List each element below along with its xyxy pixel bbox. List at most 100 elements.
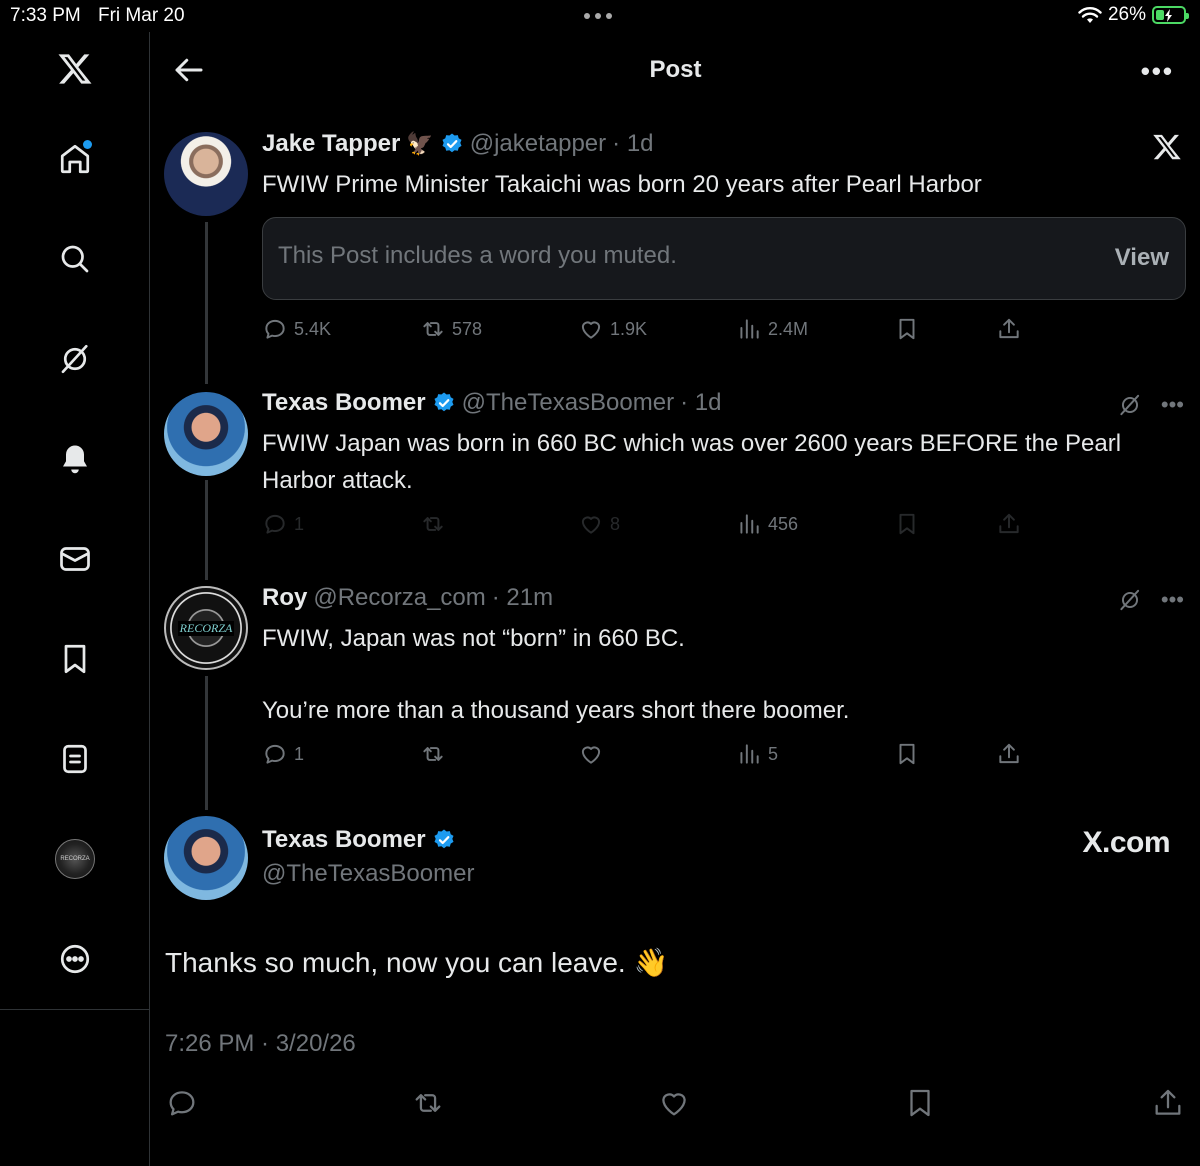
post-age: · 21m [491, 584, 554, 611]
reply-icon [265, 744, 285, 764]
share-button[interactable] [996, 741, 1022, 767]
bookmark-button[interactable] [894, 511, 920, 537]
author-handle[interactable]: @jaketapper [470, 130, 606, 158]
bookmark-icon [899, 318, 915, 340]
sidebar-item-messages[interactable] [50, 534, 100, 584]
heart-icon [581, 321, 601, 339]
post-age: · 1d [680, 389, 722, 416]
like-count: 1.9K [610, 318, 648, 339]
share-icon [999, 743, 1019, 764]
thread-connector [205, 676, 208, 810]
repost-count: 578 [452, 318, 483, 339]
bookmark-icon[interactable] [903, 1086, 937, 1120]
multitask-dots-icon[interactable] [584, 13, 612, 19]
header-more-button[interactable]: ••• [1141, 56, 1174, 87]
grok-icon [61, 344, 88, 374]
action-bar: 5.4K 578 1.9K 2.4M [262, 316, 1042, 346]
thread-connector [205, 222, 208, 384]
views-button[interactable]: 2.4M [736, 316, 808, 342]
share-icon [999, 513, 1019, 534]
grok-icon[interactable] [1117, 587, 1143, 613]
battery-icon [1152, 6, 1189, 24]
profile-avatar: RECORZA [55, 839, 95, 879]
share-icon[interactable] [1151, 1086, 1185, 1120]
repost-icon [423, 517, 443, 531]
post-age: · 1d [612, 130, 654, 157]
heart-icon [581, 516, 601, 534]
sidebar-item-notifications[interactable] [50, 434, 100, 484]
action-bar: 1 8 456 [262, 511, 1042, 541]
post-header: Post ••• [151, 32, 1200, 108]
muted-notice: This Post includes a word you muted. Vie… [262, 217, 1186, 300]
bookmark-button[interactable] [894, 316, 920, 342]
view-button[interactable]: View [1115, 244, 1169, 272]
author-name[interactable]: Texas Boomer [262, 389, 426, 417]
grok-icon[interactable] [1117, 392, 1143, 418]
bookmark-icon [64, 644, 86, 674]
views-chart-icon [740, 744, 759, 764]
repost-icon[interactable] [411, 1086, 445, 1120]
avatar[interactable] [164, 816, 248, 900]
share-button[interactable] [996, 316, 1022, 342]
views-button[interactable]: 5 [736, 741, 778, 767]
battery-percent: 26% [1107, 4, 1146, 25]
reply-icon[interactable] [165, 1086, 199, 1120]
sidebar-item-search[interactable] [50, 234, 100, 284]
action-bar: 1 5 [262, 741, 1042, 771]
author-name[interactable]: Jake Tapper [262, 130, 400, 158]
author-handle[interactable]: @TheTexasBoomer [462, 389, 674, 417]
back-arrow-icon[interactable] [171, 52, 207, 88]
avatar[interactable] [164, 392, 248, 476]
verified-badge-icon [442, 133, 462, 153]
reply-count: 1 [294, 743, 305, 764]
action-bar [165, 1086, 1185, 1122]
verified-badge-icon [434, 392, 454, 412]
author-name[interactable]: Texas Boomer [262, 826, 426, 854]
repost-button[interactable]: 578 [420, 316, 482, 342]
like-button[interactable] [578, 741, 610, 767]
views-button[interactable]: 456 [736, 511, 798, 537]
heart-icon[interactable] [657, 1086, 691, 1120]
status-time: 7:33 PM [10, 5, 81, 26]
avatar[interactable]: RECORZA [164, 586, 248, 670]
sidebar-item-x-logo[interactable] [50, 44, 100, 94]
bell-icon [63, 445, 87, 474]
author-name[interactable]: Roy [262, 584, 307, 612]
bookmark-button[interactable] [894, 741, 920, 767]
repost-button[interactable] [420, 511, 452, 537]
reply-icon [265, 319, 285, 339]
share-icon [999, 318, 1019, 339]
avatar[interactable] [164, 132, 248, 216]
x-com-watermark: X.com [1082, 826, 1170, 859]
share-button[interactable] [996, 511, 1022, 537]
post-timestamp[interactable]: 7:26 PM · 3/20/26 [165, 1030, 356, 1058]
more-circle-icon [60, 944, 90, 974]
heart-icon [581, 746, 601, 764]
like-button[interactable]: 1.9K [578, 316, 647, 342]
sidebar-item-bookmarks[interactable] [50, 634, 100, 684]
sidebar-nav: RECORZA [0, 32, 150, 1166]
home-notification-dot [83, 140, 92, 149]
author-handle[interactable]: @Recorza_com [313, 584, 485, 612]
sidebar-item-more[interactable] [50, 934, 100, 984]
views-count: 456 [768, 513, 799, 534]
author-handle[interactable]: @TheTexasBoomer [262, 860, 474, 888]
post-more-button[interactable]: ••• [1161, 587, 1184, 613]
sidebar-item-home[interactable] [50, 134, 100, 184]
repost-button[interactable] [420, 741, 452, 767]
reply-icon [265, 514, 285, 534]
post-text: FWIW Japan was born in 660 BC which was … [262, 430, 1122, 494]
page-title: Post [649, 56, 702, 83]
x-logo-icon [58, 54, 92, 84]
search-icon [61, 245, 89, 273]
views-chart-icon [740, 514, 759, 534]
sidebar-item-lists[interactable] [50, 734, 100, 784]
repost-icon [423, 322, 443, 336]
post-more-button[interactable]: ••• [1161, 392, 1184, 418]
reply-button[interactable]: 1 [262, 741, 304, 767]
reply-button[interactable]: 1 [262, 511, 304, 537]
reply-button[interactable]: 5.4K [262, 316, 331, 342]
sidebar-item-grok[interactable] [50, 334, 100, 384]
sidebar-item-profile[interactable]: RECORZA [50, 834, 100, 884]
like-button[interactable]: 8 [578, 511, 620, 537]
